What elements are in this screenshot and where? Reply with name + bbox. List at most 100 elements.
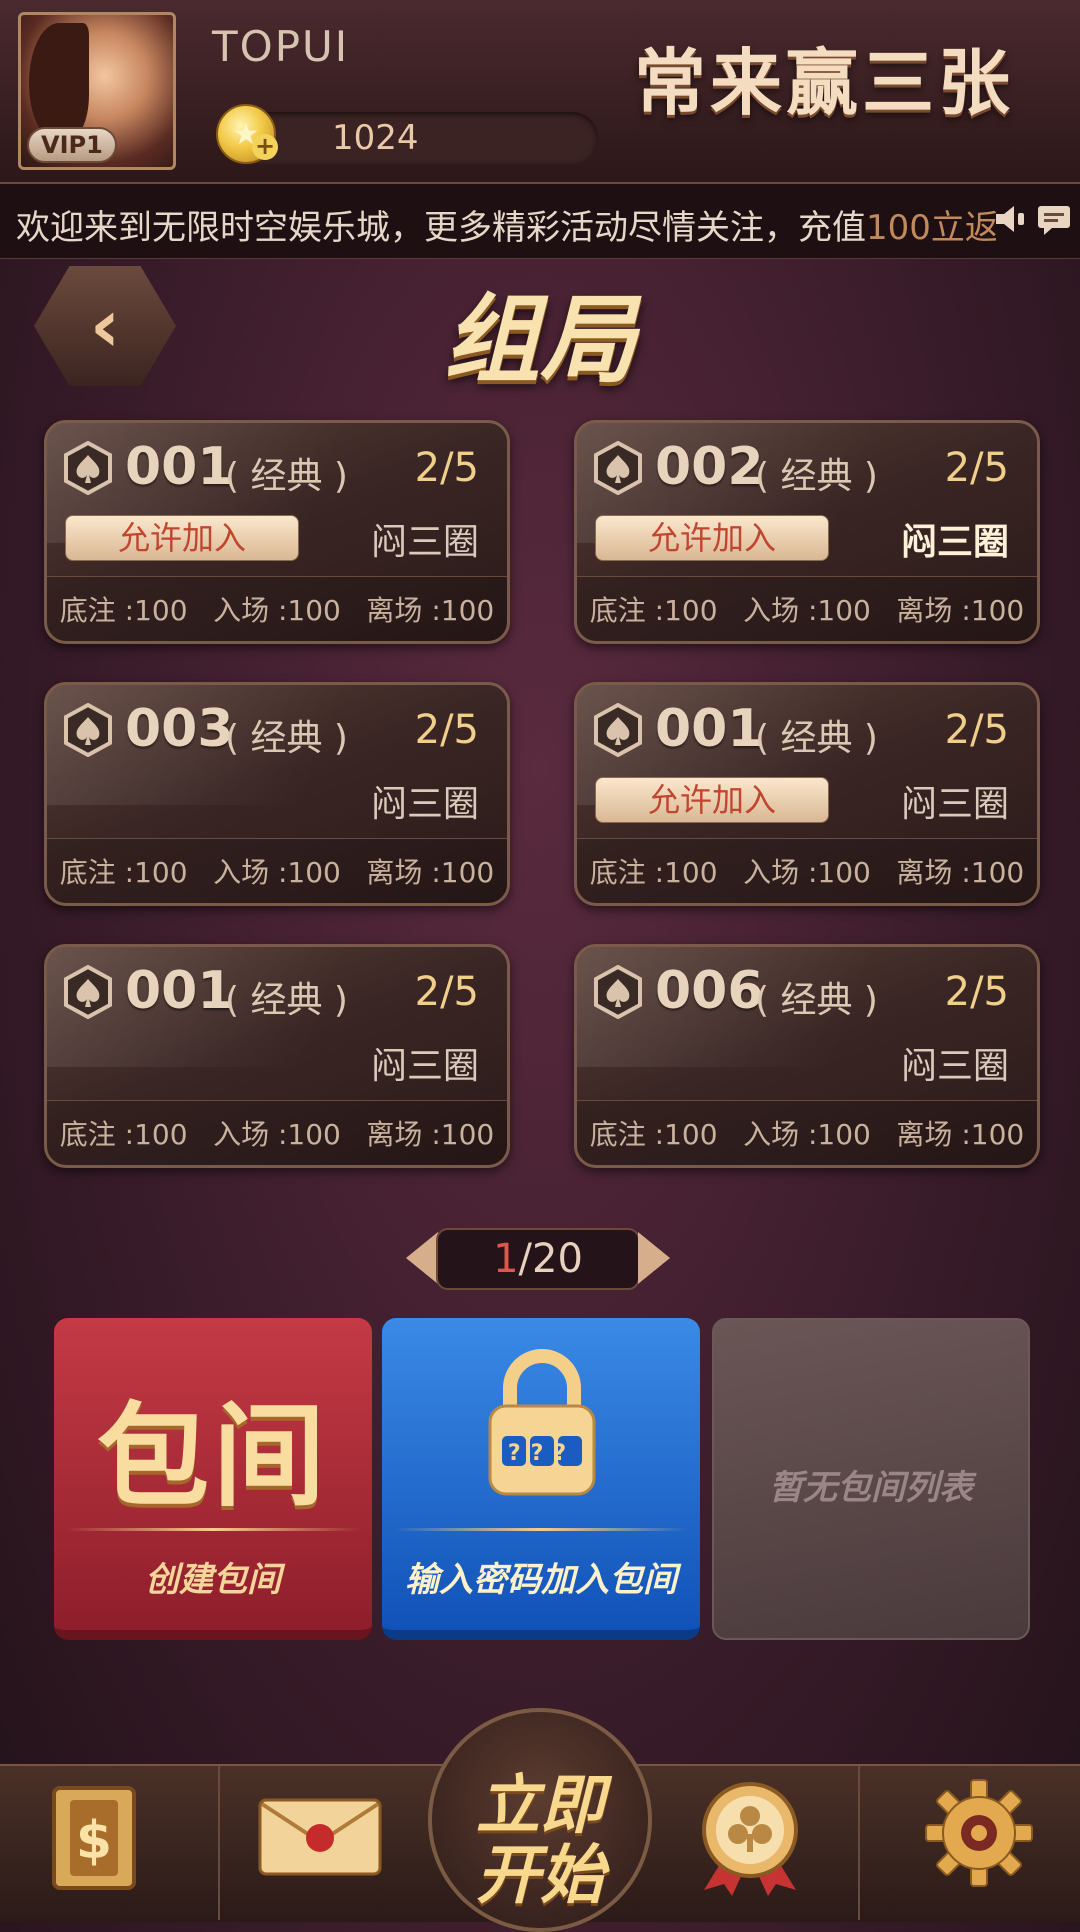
base-bet: 底注 :100: [59, 1118, 188, 1151]
room-id: 002: [655, 437, 764, 497]
empty-room-list-text: 暂无包间列表: [769, 1468, 973, 1508]
leave-threshold: 离场 :100: [366, 1118, 495, 1151]
leave-threshold: 离场 :100: [896, 594, 1025, 627]
room-player-count: 2/5: [414, 969, 479, 1015]
join-with-password-label: 输入密码加入包间: [405, 1560, 677, 1600]
allow-join-button[interactable]: 允许加入: [595, 515, 829, 561]
room-player-count: 2/5: [414, 707, 479, 753]
lock-icon: ???: [488, 1349, 596, 1496]
leave-threshold: 离场 :100: [896, 856, 1025, 889]
message-icon[interactable]: [1036, 204, 1072, 236]
room-stats: 底注 :100 入场 :100 离场 :100: [577, 838, 1037, 903]
room-mode: ( 经典 ): [755, 456, 878, 497]
shop-icon[interactable]: $: [48, 1782, 140, 1894]
room-mode: ( 经典 ): [755, 980, 878, 1021]
room-type: 闷三圈: [370, 522, 479, 563]
private-room-list-panel: 暂无包间列表: [712, 1318, 1030, 1640]
room-type: 闷三圈: [900, 784, 1009, 825]
room-stats: 底注 :100 入场 :100 离场 :100: [47, 576, 507, 641]
room-card[interactable]: 003( 经典 ) 2/5 闷三圈 底注 :100 入场 :100 离场 :100: [44, 682, 510, 906]
room-stats: 底注 :100 入场 :100 离场 :100: [577, 576, 1037, 641]
page-indicator: 1/20: [436, 1228, 640, 1290]
room-stats: 底注 :100 入场 :100 离场 :100: [47, 838, 507, 903]
room-type: 闷三圈: [900, 1046, 1009, 1087]
room-mode: ( 经典 ): [225, 456, 348, 497]
room-id: 001: [655, 699, 764, 759]
room-type: 闷三圈: [370, 784, 479, 825]
room-card[interactable]: 001( 经典 ) 2/5 允许加入 闷三圈底注 :100 入场 :100 离场 :100: [44, 420, 510, 644]
room-card[interactable]: 001( 经典 ) 2/5 允许加入 闷三圈底注 :100 入场 :100 离场 :100: [574, 682, 1040, 906]
room-mode: ( 经典 ): [225, 718, 348, 759]
section-title: 组局: [444, 284, 636, 396]
room-card[interactable]: 001( 经典 ) 2/5 闷三圈底注 :100 入场 :100 离场 :100: [44, 944, 510, 1168]
settings-gear-icon[interactable]: [924, 1778, 1034, 1888]
entry-requirement: 入场 :100: [213, 856, 341, 889]
avatar-hair: [29, 23, 89, 143]
spade-icon: [594, 441, 642, 495]
add-coins-icon[interactable]: +: [252, 134, 278, 160]
leave-threshold: 离场 :100: [366, 856, 495, 889]
spade-icon: [594, 703, 642, 757]
quick-start-button[interactable]: 立即 开始: [428, 1708, 652, 1932]
prev-page-button[interactable]: [406, 1232, 438, 1284]
room-player-count: 2/5: [944, 969, 1009, 1015]
spade-icon: [64, 703, 112, 757]
leave-threshold: 离场 :100: [896, 1118, 1025, 1151]
room-id: 006: [655, 961, 764, 1021]
leave-threshold: 离场 :100: [366, 594, 495, 627]
base-bet: 底注 :100: [59, 594, 188, 627]
room-player-count: 2/5: [944, 707, 1009, 753]
next-page-button[interactable]: [638, 1232, 670, 1284]
room-id: 001: [125, 961, 234, 1021]
room-card[interactable]: 002( 经典 ) 2/5 允许加入 闷三圈底注 :100 入场 :100 离场 :100: [574, 420, 1040, 644]
private-room-title: 包间: [97, 1392, 329, 1522]
room-stats: 底注 :100 入场 :100 离场 :100: [577, 1100, 1037, 1165]
vip-badge: VIP1: [27, 127, 117, 163]
divider: [394, 1528, 688, 1531]
announcement-text: 欢迎来到无限时空娱乐城，更多精彩活动尽情关注，充值100立返: [16, 200, 996, 249]
room-card[interactable]: 006( 经典 ) 2/5 闷三圈底注 :100 入场 :100 离场 :100: [574, 944, 1040, 1168]
room-mode: ( 经典 ): [755, 718, 878, 759]
base-bet: 底注 :100: [589, 856, 718, 889]
username: TOPUI: [212, 22, 350, 71]
avatar[interactable]: VIP1: [18, 12, 176, 170]
spade-icon: [64, 965, 112, 1019]
entry-requirement: 入场 :100: [213, 594, 341, 627]
spade-icon: [64, 441, 112, 495]
room-stats: 底注 :100 入场 :100 离场 :100: [47, 1100, 507, 1165]
entry-requirement: 入场 :100: [213, 1118, 341, 1151]
entry-requirement: 入场 :100: [743, 594, 871, 627]
divider: [66, 1528, 360, 1531]
header: VIP1 TOPUI ★ + 1024 常来赢三张: [0, 0, 1080, 184]
create-private-room-label: 创建包间: [145, 1560, 281, 1600]
coin-balance: 1024: [332, 118, 419, 158]
entry-requirement: 入场 :100: [743, 856, 871, 889]
announcement-bar: 欢迎来到无限时空娱乐城，更多精彩活动尽情关注，充值100立返: [0, 184, 1080, 259]
total-pages: /20: [518, 1236, 583, 1282]
room-player-count: 2/5: [414, 445, 479, 491]
nav-separator: [858, 1766, 860, 1920]
join-with-password-panel[interactable]: ??? 输入密码加入包间: [382, 1318, 700, 1640]
quick-start-line2: 开始: [476, 1839, 604, 1913]
game-title: 常来赢三张: [633, 41, 1014, 125]
announcement-main: 欢迎来到无限时空娱乐城，更多精彩活动尽情关注，充值: [16, 208, 866, 248]
allow-join-button[interactable]: 允许加入: [65, 515, 299, 561]
allow-join-button[interactable]: 允许加入: [595, 777, 829, 823]
room-id: 003: [125, 699, 234, 759]
entry-requirement: 入场 :100: [743, 1118, 871, 1151]
club-medal-icon[interactable]: [690, 1778, 810, 1898]
room-player-count: 2/5: [944, 445, 1009, 491]
current-page: 1: [493, 1236, 519, 1282]
base-bet: 底注 :100: [589, 594, 718, 627]
room-id: 001: [125, 437, 234, 497]
room-mode: ( 经典 ): [225, 980, 348, 1021]
speaker-icon[interactable]: [994, 204, 1028, 234]
room-type: 闷三圈: [370, 1046, 479, 1087]
announcement-highlight: 100立返: [866, 208, 996, 248]
base-bet: 底注 :100: [589, 1118, 718, 1151]
room-type: 闷三圈: [900, 522, 1009, 563]
create-private-room-panel[interactable]: 包间 创建包间: [54, 1318, 372, 1640]
svg-text:$: $: [76, 1811, 112, 1871]
spade-icon: [594, 965, 642, 1019]
mail-icon[interactable]: [256, 1794, 384, 1878]
